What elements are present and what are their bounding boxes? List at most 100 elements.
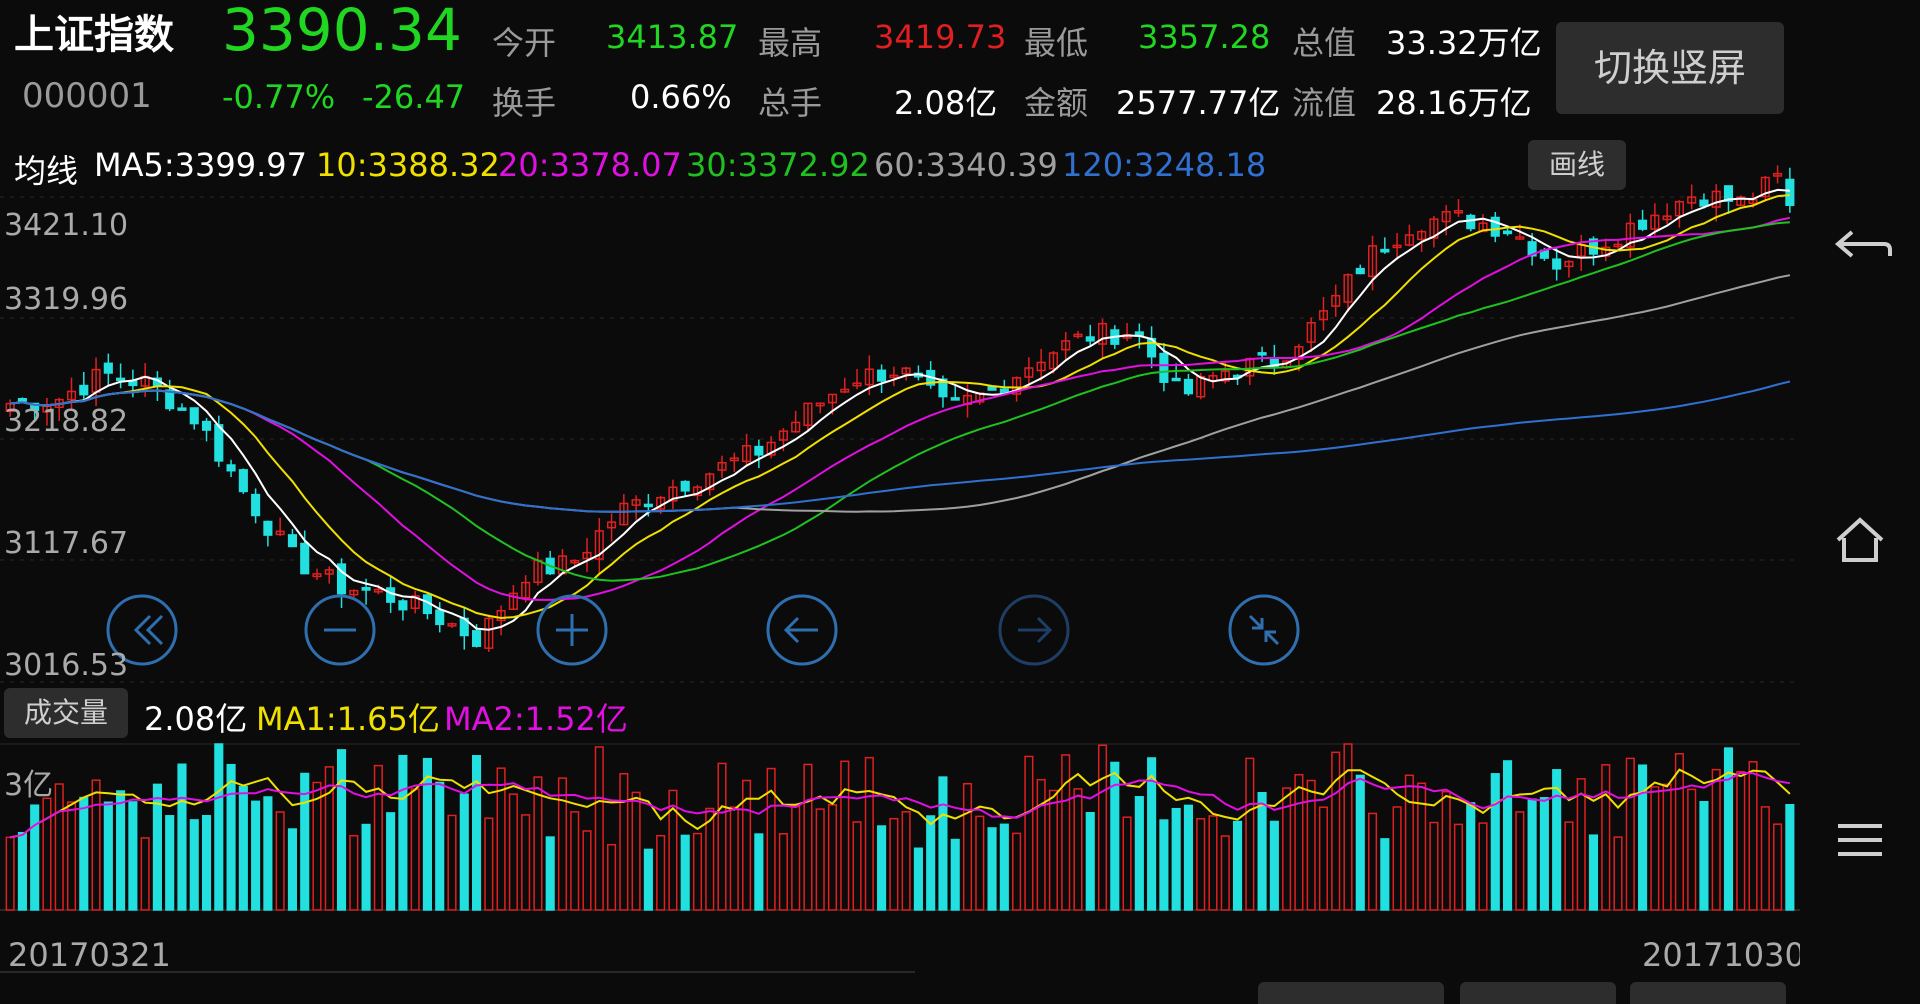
volume-bar (1232, 820, 1243, 911)
volume-bar (189, 819, 199, 911)
ma-legend-title: 均线 (14, 152, 79, 190)
candle (1171, 377, 1181, 382)
candle (17, 397, 27, 402)
stat-value: 0.66% (630, 78, 732, 116)
change-amount: -26.47 (362, 78, 466, 116)
volume-bar (1159, 819, 1169, 911)
candle (201, 420, 212, 431)
menu-icon[interactable] (1818, 810, 1902, 870)
volume-bar (938, 776, 948, 911)
volume-bar (1490, 773, 1500, 911)
candle (1466, 214, 1476, 230)
candle (361, 587, 371, 591)
volume-bar (361, 823, 371, 911)
candle (398, 600, 408, 611)
volume-bar (1638, 764, 1648, 911)
stat-label: 总手 (758, 84, 823, 122)
candle (1085, 336, 1095, 342)
volume-ma1: MA1:1.65亿 (256, 700, 440, 738)
volume-bar (545, 836, 555, 911)
volume-bar (950, 838, 960, 911)
index-name: 上证指数 (14, 12, 174, 58)
volume-bar (1257, 792, 1267, 911)
change-percent: -0.77% (222, 78, 336, 116)
candle (680, 480, 690, 492)
volume-bar (1355, 774, 1365, 911)
volume-bar (287, 828, 297, 911)
candle (435, 609, 445, 626)
volume-bar (263, 796, 273, 911)
volume-button[interactable]: 成交量 (4, 688, 128, 738)
volume-bar (999, 823, 1009, 911)
volume-bar (398, 754, 408, 911)
candle (116, 377, 126, 382)
candle (1503, 230, 1513, 235)
stat-label: 最高 (758, 24, 823, 62)
candle (1638, 219, 1648, 230)
draw-line-button[interactable]: 画线 (1528, 140, 1626, 190)
candle (1699, 199, 1709, 207)
volume-bar (1588, 834, 1599, 911)
back-icon[interactable] (1818, 214, 1902, 274)
candle (128, 380, 138, 387)
volume-bar (422, 757, 433, 911)
volume-bar (754, 833, 764, 911)
candle (300, 542, 310, 575)
stat-label: 总值 (1292, 24, 1357, 62)
switch-orientation-button[interactable]: 切换竖屏 (1556, 22, 1784, 114)
volume-bar (201, 814, 212, 911)
candle (1159, 352, 1169, 383)
candle (643, 503, 653, 508)
volume-bar (1539, 797, 1549, 911)
stat-value: 33.32万亿 (1386, 24, 1542, 62)
candle (950, 397, 960, 401)
end-date: 20171030 (1642, 936, 1805, 974)
candle (189, 407, 199, 425)
volume-bar (251, 800, 261, 911)
ma-legend: 均线 MA5:3399.97 10:3388.32 20:3378.07 30:… (0, 140, 1800, 192)
home-icon[interactable] (1818, 510, 1902, 570)
volume-bar (17, 831, 27, 911)
volume-bar (913, 847, 923, 911)
volume-total: 2.08亿 (144, 700, 248, 738)
candle (238, 469, 248, 493)
stat-label: 最低 (1024, 24, 1089, 62)
index-price: 3390.34 (222, 0, 462, 64)
volume-bar (336, 749, 347, 911)
stat-value: 3357.28 (1138, 18, 1271, 56)
volume-bar (165, 815, 175, 911)
ma5-label: MA5:3399.97 (94, 146, 307, 184)
candle (287, 534, 297, 548)
volume-bar (214, 743, 224, 911)
volume-bar (926, 815, 936, 911)
candle (877, 369, 887, 382)
ma120-label: 120:3248.18 (1062, 146, 1267, 184)
bottom-tab[interactable] (1460, 982, 1616, 1004)
bottom-tab[interactable] (1630, 982, 1786, 1004)
volume-bar (1085, 812, 1095, 911)
volume-bar (643, 848, 653, 911)
volume-bar (459, 793, 469, 911)
volume-bar (1699, 800, 1709, 911)
volume-bar (1171, 807, 1181, 911)
volume-bar (177, 763, 187, 911)
volume-bar (386, 812, 396, 911)
bottom-tab[interactable] (1258, 982, 1444, 1004)
candle (263, 520, 273, 536)
stat-value: 3413.87 (606, 18, 739, 56)
stat-label: 金额 (1024, 84, 1089, 122)
volume-bar (1134, 796, 1144, 911)
price-tick: 3016.53 (4, 648, 129, 683)
volume-ma2: MA2:1.52亿 (444, 700, 628, 738)
candle (79, 384, 89, 396)
index-code: 000001 (22, 76, 152, 116)
volume-bar (238, 785, 248, 911)
candle (251, 493, 261, 517)
volume-bar (116, 790, 126, 911)
volume-bar (128, 801, 138, 911)
volume-bar (226, 763, 236, 911)
candle (226, 464, 236, 472)
volume-bar (680, 834, 690, 911)
candle (754, 445, 764, 456)
volume-bar (877, 825, 887, 911)
